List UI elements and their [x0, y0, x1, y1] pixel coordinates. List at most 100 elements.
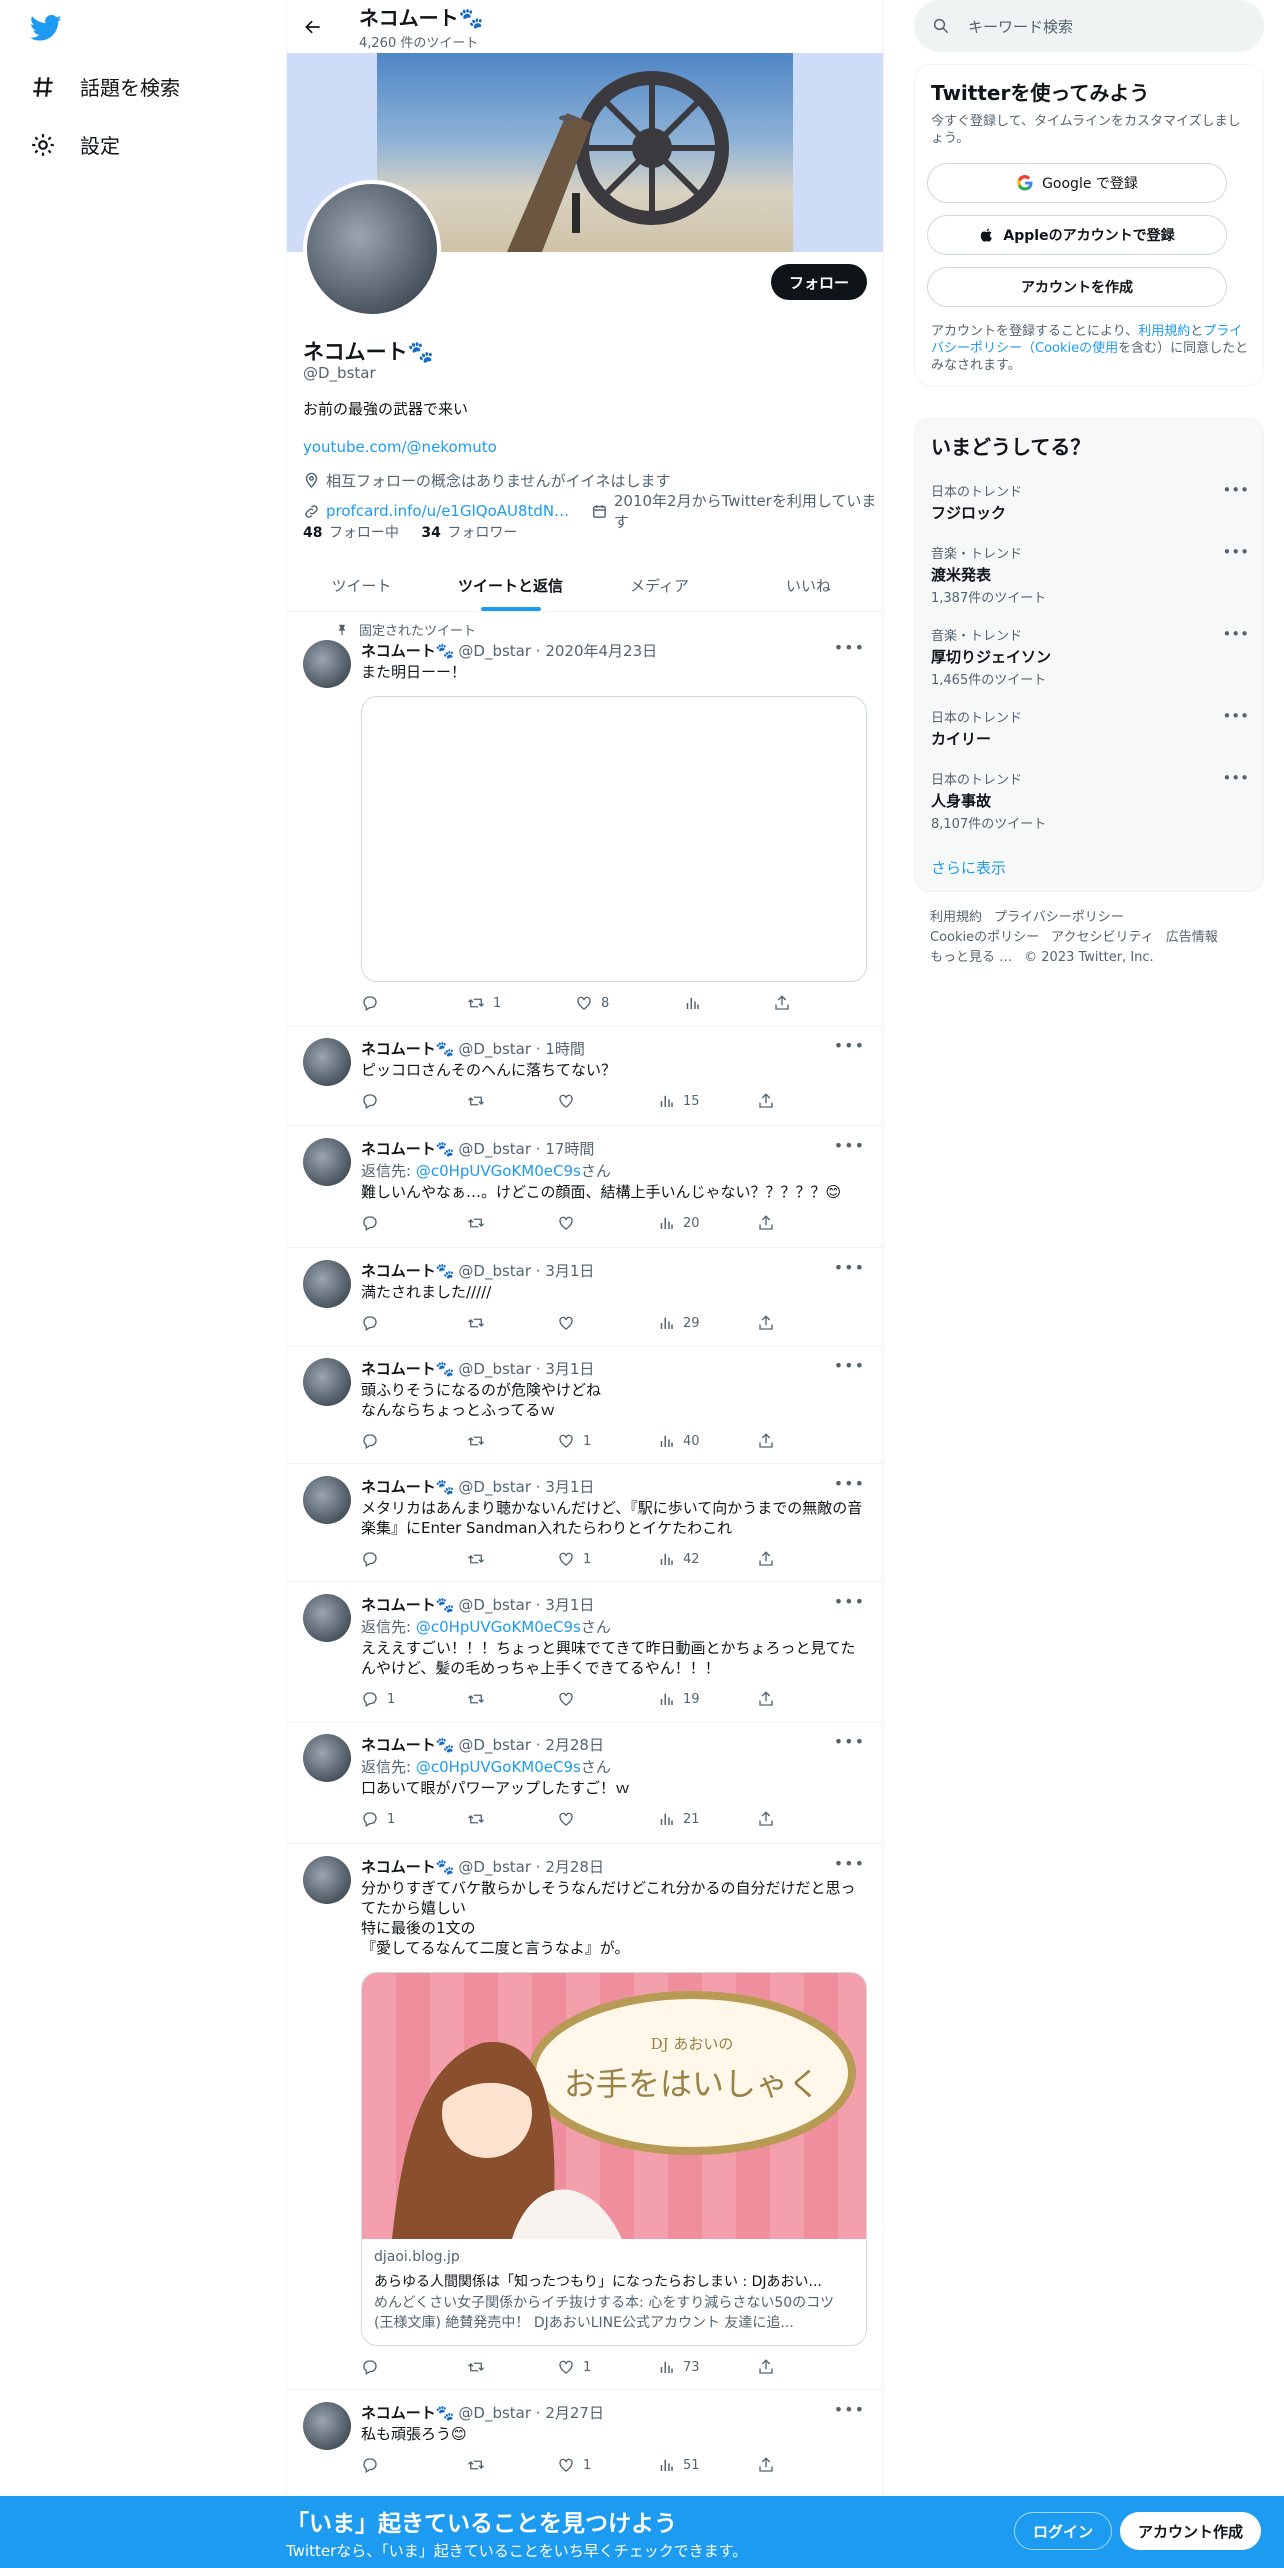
reply-button[interactable]	[361, 1214, 387, 1232]
followers-link[interactable]: 34 フォロワー	[421, 525, 517, 541]
share-button[interactable]	[757, 1214, 775, 1232]
tweet-author[interactable]: ネコムート🐾	[361, 1596, 454, 1614]
reply-to-handle[interactable]: @c0HpUVGoKM0eC9s	[416, 1618, 581, 1636]
more-icon[interactable]: •••	[834, 1474, 865, 1493]
following-link[interactable]: 48 フォロー中	[303, 525, 399, 541]
retweet-button[interactable]	[467, 1690, 493, 1708]
share-button[interactable]	[757, 1314, 775, 1332]
profile-avatar[interactable]	[303, 180, 441, 318]
retweet-button[interactable]	[467, 1092, 493, 1110]
twitter-logo-icon[interactable]	[30, 12, 66, 48]
tweet[interactable]: ネコムート🐾 @D_bstar · 17時間 ••• 返信先: @c0HpUVGo…	[287, 1126, 883, 1248]
more-icon[interactable]: •••	[1222, 543, 1249, 561]
tweet[interactable]: ネコムート🐾 @D_bstar · 3月1日 ••• 頭ふりそうになるのが危険やけ…	[287, 1346, 883, 1464]
views-button[interactable]: 15	[657, 1092, 700, 1110]
follow-button[interactable]: フォロー	[770, 264, 867, 300]
tweet[interactable]: ネコムート🐾 @D_bstar · 2月28日 ••• 分かりすぎてバケ散らかしそ…	[287, 1844, 883, 2390]
retweet-button[interactable]	[467, 1314, 493, 1332]
tweet[interactable]: 固定されたツイート ネコムート🐾 @D_bstar · 2020年4月23日 ••…	[287, 612, 883, 1026]
views-button[interactable]	[683, 994, 709, 1012]
tweet-author[interactable]: ネコムート🐾	[361, 642, 454, 660]
reply-button[interactable]	[361, 1432, 387, 1450]
search-input[interactable]: キーワード検索	[968, 16, 1073, 37]
tweet-media-card[interactable]	[361, 696, 867, 982]
tweet-author[interactable]: ネコムート🐾	[361, 1262, 454, 1280]
trend-item[interactable]: 日本のトレンド 人身事故 8,107件のツイート •••	[931, 769, 1249, 832]
retweet-button[interactable]	[467, 2358, 493, 2376]
reply-button[interactable]	[361, 2456, 387, 2474]
login-button[interactable]: ログイン	[1014, 2512, 1113, 2550]
share-button[interactable]	[773, 994, 791, 1012]
views-button[interactable]: 40	[657, 1432, 700, 1450]
tweet[interactable]: ネコムート🐾 @D_bstar · 1時間 ••• ピッコロさんそのへんに落ちてな…	[287, 1026, 883, 1126]
views-button[interactable]: 19	[657, 1690, 700, 1708]
share-button[interactable]	[757, 1550, 775, 1568]
reply-to-handle[interactable]: @c0HpUVGoKM0eC9s	[416, 1162, 581, 1180]
more-icon[interactable]: •••	[834, 1258, 865, 1277]
like-button[interactable]: 1	[557, 2358, 591, 2376]
signup-button[interactable]: アカウント作成	[1120, 2512, 1262, 2550]
views-button[interactable]: 51	[657, 2456, 700, 2474]
reply-button[interactable]	[361, 1314, 387, 1332]
reply-button[interactable]	[361, 994, 387, 1012]
tweet-avatar[interactable]	[303, 2402, 351, 2450]
tweet[interactable]: ネコムート🐾 @D_bstar · 3月1日 ••• 満たされました///// 2…	[287, 1248, 883, 1346]
more-icon[interactable]: •••	[834, 1732, 865, 1751]
profile-bio-link[interactable]: youtube.com/@nekomuto	[303, 438, 497, 456]
reply-to-handle[interactable]: @c0HpUVGoKM0eC9s	[416, 1758, 581, 1776]
like-button[interactable]	[557, 1314, 583, 1332]
nav-explore[interactable]: 話題を検索	[30, 72, 180, 101]
like-button[interactable]	[557, 1092, 583, 1110]
more-icon[interactable]: •••	[1222, 707, 1249, 725]
more-icon[interactable]: •••	[834, 638, 865, 657]
tweet[interactable]: ネコムート🐾 @D_bstar · 2月27日 ••• 私も頑張ろう😊 1 51	[287, 2390, 883, 2496]
tweet-author[interactable]: ネコムート🐾	[361, 1858, 454, 1876]
profile-url[interactable]: profcard.info/u/e1GlQoAU8tdN…	[326, 502, 569, 520]
tweet-author[interactable]: ネコムート🐾	[361, 1140, 454, 1158]
reply-button[interactable]: 1	[361, 1810, 395, 1828]
retweet-button[interactable]	[467, 1810, 493, 1828]
search-box[interactable]: キーワード検索	[914, 0, 1264, 52]
like-button[interactable]: 1	[557, 1432, 591, 1450]
share-button[interactable]	[757, 2456, 775, 2474]
trend-item[interactable]: 音楽・トレンド 厚切りジェイソン 1,465件のツイート •••	[931, 625, 1249, 688]
tweet[interactable]: ネコムート🐾 @D_bstar · 3月1日 ••• メタリカはあんまり聴かないん…	[287, 1464, 883, 1582]
tweet-avatar[interactable]	[303, 1038, 351, 1086]
tweet[interactable]: ネコムート🐾 @D_bstar · 2月28日 ••• 返信先: @c0HpUVG…	[287, 1722, 883, 1844]
retweet-button[interactable]	[467, 1432, 493, 1450]
tweet-author[interactable]: ネコムート🐾	[361, 1360, 454, 1378]
tweet-author[interactable]: ネコムート🐾	[361, 2404, 454, 2422]
show-more-link[interactable]: さらに表示	[931, 857, 1006, 878]
share-button[interactable]	[757, 1810, 775, 1828]
more-icon[interactable]: •••	[1222, 769, 1249, 787]
terms-link[interactable]: 利用規約	[1138, 324, 1190, 339]
tweet-avatar[interactable]	[303, 640, 351, 688]
tab-tweets-and-replies[interactable]: ツイートと返信	[436, 560, 585, 611]
tweet-author[interactable]: ネコムート🐾	[361, 1736, 454, 1754]
more-icon[interactable]: •••	[834, 1136, 865, 1155]
tab-tweets[interactable]: ツイート	[287, 560, 436, 611]
reply-button[interactable]	[361, 2358, 387, 2376]
retweet-button[interactable]	[467, 1550, 493, 1568]
google-signup-button[interactable]: Google で登録	[927, 163, 1227, 203]
footer-link[interactable]: プライバシーポリシー	[994, 910, 1124, 925]
retweet-button[interactable]	[467, 1214, 493, 1232]
share-button[interactable]	[757, 1690, 775, 1708]
back-arrow-icon[interactable]	[299, 13, 327, 41]
views-button[interactable]: 21	[657, 1810, 700, 1828]
footer-link[interactable]: 広告情報	[1166, 930, 1218, 945]
like-button[interactable]: 1	[557, 1550, 591, 1568]
more-icon[interactable]: •••	[834, 1356, 865, 1375]
footer-link[interactable]: Cookieのポリシー	[930, 930, 1039, 945]
share-button[interactable]	[757, 1432, 775, 1450]
share-button[interactable]	[757, 2358, 775, 2376]
footer-link[interactable]: もっと見る …	[930, 950, 1012, 965]
views-button[interactable]: 20	[657, 1214, 700, 1232]
more-icon[interactable]: •••	[834, 1854, 865, 1873]
tweet[interactable]: ネコムート🐾 @D_bstar · 3月1日 ••• 返信先: @c0HpUVGo…	[287, 1582, 883, 1722]
reply-button[interactable]	[361, 1092, 387, 1110]
tweet-avatar[interactable]	[303, 1856, 351, 1904]
trend-item[interactable]: 日本のトレンド フジロック •••	[931, 481, 1249, 525]
reply-button[interactable]	[361, 1550, 387, 1568]
tab-media[interactable]: メディア	[585, 560, 734, 611]
